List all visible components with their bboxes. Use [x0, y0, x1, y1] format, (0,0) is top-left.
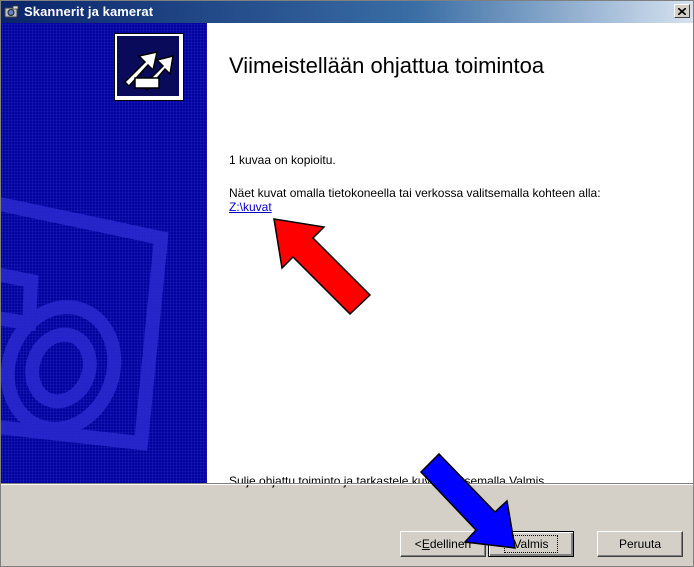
wizard-logo	[114, 33, 184, 101]
window-title: Skannerit ja kamerat	[24, 4, 154, 19]
back-label-prefix: <	[414, 537, 422, 551]
close-icon	[678, 7, 686, 15]
button-separator	[1, 483, 693, 485]
page-title: Viimeistellään ohjattua toimintoa	[229, 53, 545, 78]
close-button[interactable]	[674, 4, 690, 18]
finish-instructions-text: Sulje ohjattu toiminto ja tarkastele kuv…	[229, 474, 545, 488]
wizard-content: Viimeistellään ohjattua toimintoa 1 kuva…	[207, 23, 693, 488]
folder-link[interactable]: Z:\kuvat	[229, 200, 272, 214]
back-button[interactable]: < Edellinen	[400, 531, 486, 557]
wizard-side-banner	[1, 23, 207, 483]
cancel-label: Peruuta	[618, 537, 662, 551]
copied-count-text: 1 kuvaa on kopioitu.	[229, 153, 336, 167]
back-label-mnemonic: E	[421, 537, 430, 551]
wizard-window: Skannerit ja kamerat Viimeistellään ohja…	[0, 0, 694, 567]
scanner-camera-icon	[4, 5, 19, 18]
wizard-arrows-icon	[117, 36, 179, 96]
finish-button[interactable]: Valmis	[488, 531, 574, 557]
folder-link-row: Z:\kuvat	[229, 200, 272, 214]
cancel-button[interactable]: Peruuta	[597, 531, 683, 557]
title-bar[interactable]: Skannerit ja kamerat	[1, 1, 693, 23]
view-instructions-text: Näet kuvat omalla tietokoneella tai verk…	[229, 186, 601, 200]
back-label-rest: dellinen	[429, 537, 472, 551]
finish-label: Valmis	[504, 535, 558, 553]
